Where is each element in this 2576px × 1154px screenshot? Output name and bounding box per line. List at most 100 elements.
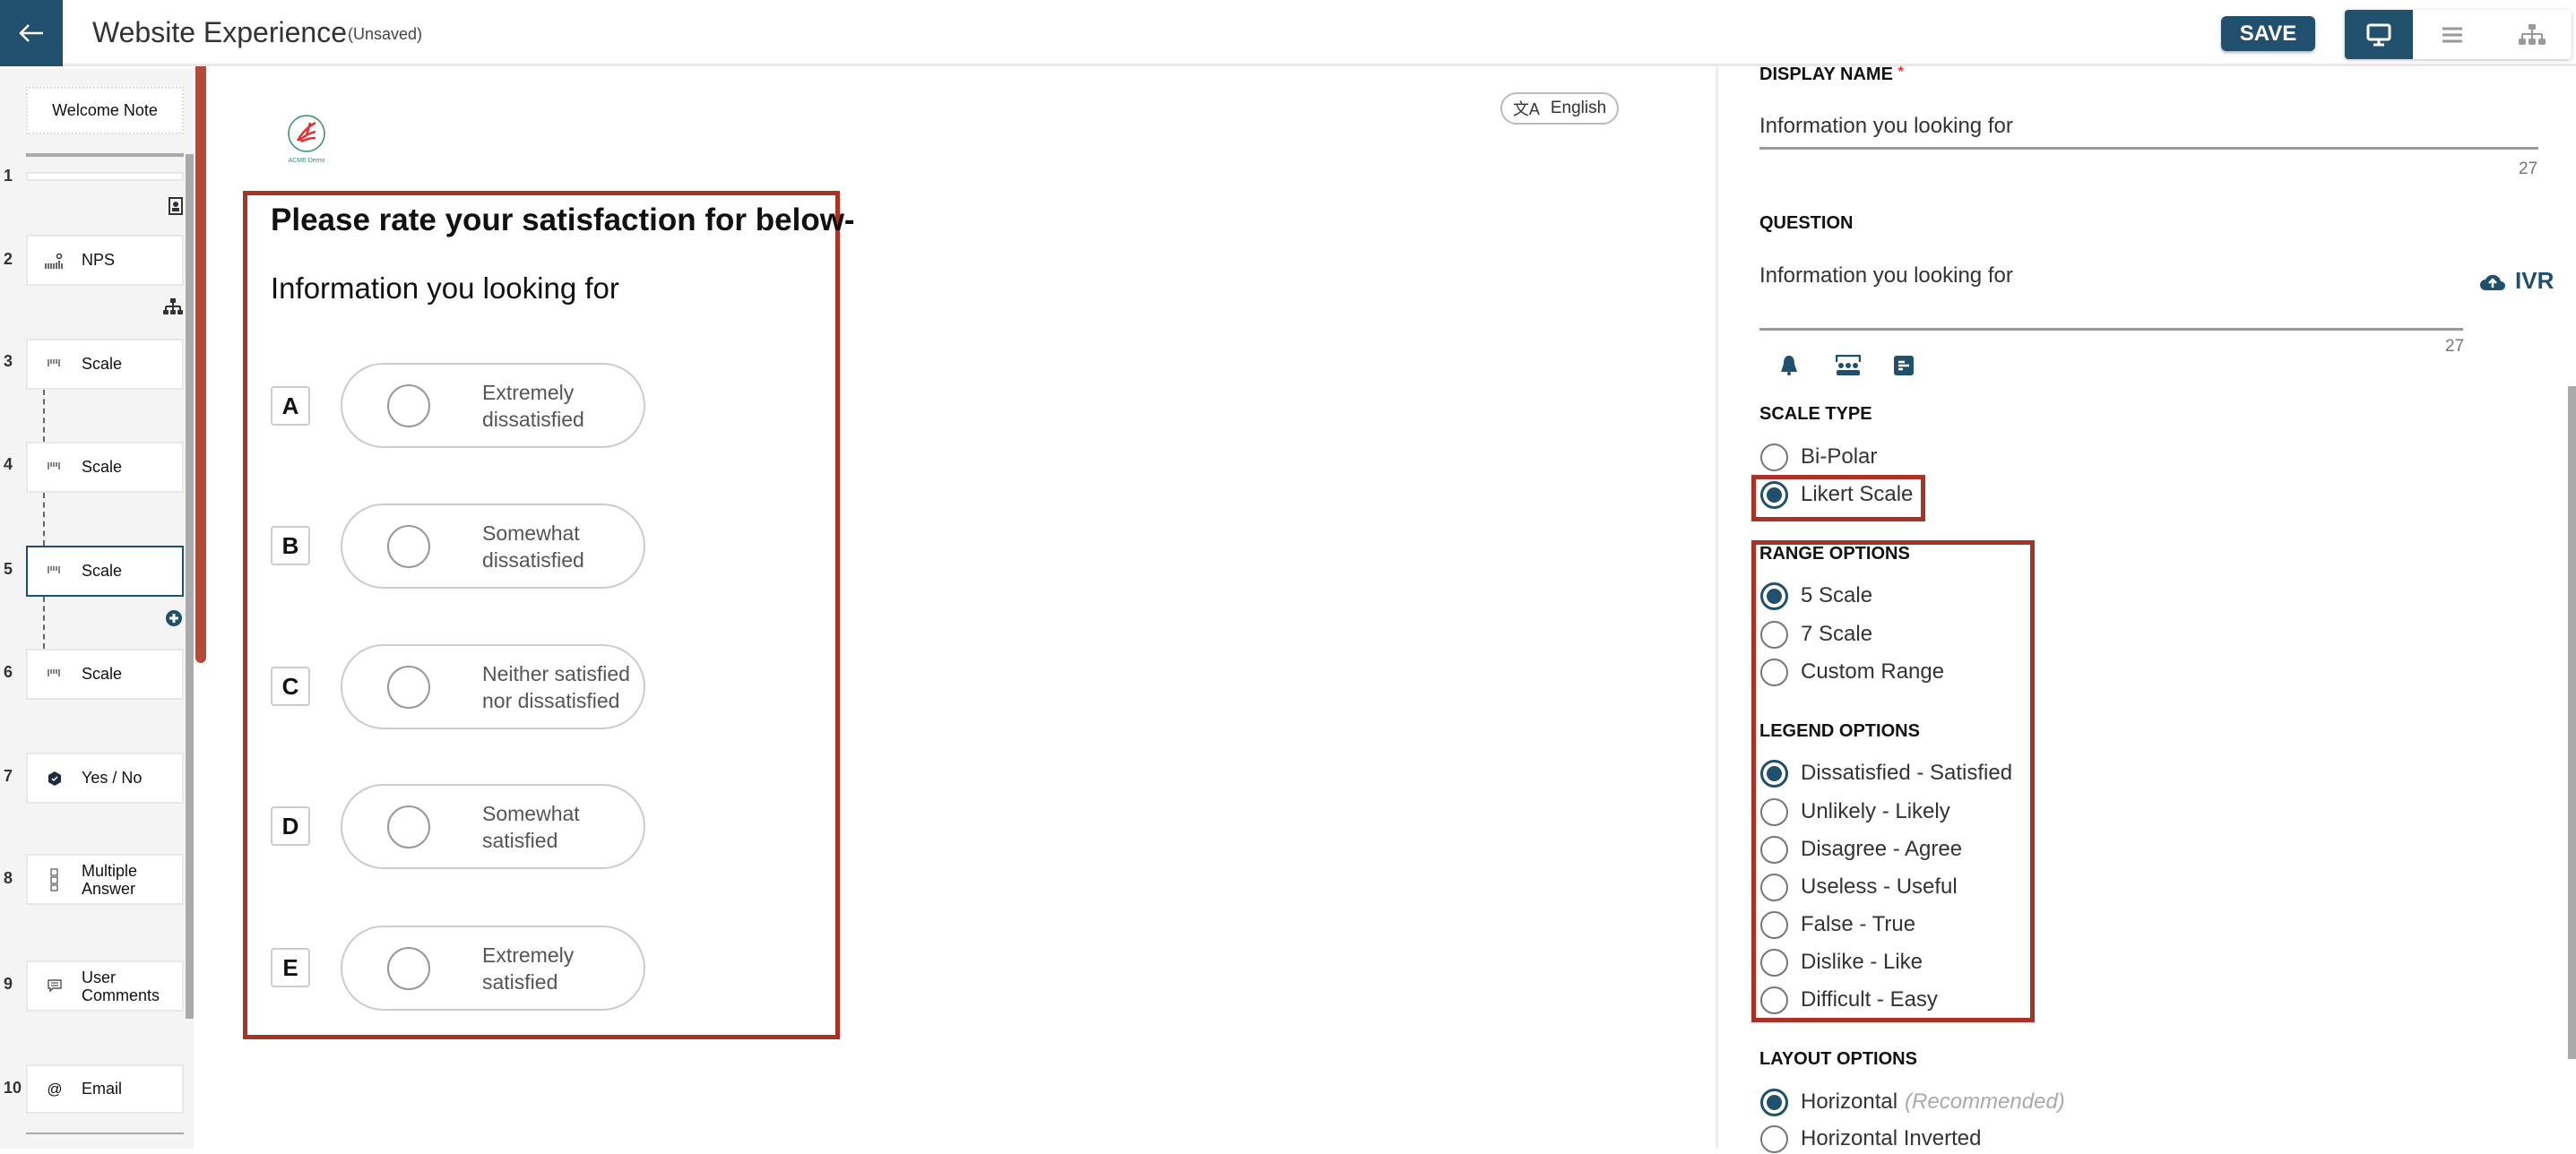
language-label: English (1550, 99, 1607, 117)
radio-legend-dissatisfied-satisfied[interactable]: Dissatisfied - Satisfied (1760, 758, 2012, 788)
display-name-input[interactable]: Information you looking for (1759, 114, 2013, 139)
radio-label: Dislike - Like (1801, 950, 1923, 974)
display-name-label: DISPLAY NAME * (1759, 65, 1904, 85)
radio-7-scale[interactable]: 7 Scale (1760, 619, 1872, 650)
save-button[interactable]: SAVE (2221, 16, 2315, 51)
audience-icon[interactable] (1836, 355, 1861, 376)
radio-button (1760, 797, 1788, 826)
radio-circle (387, 805, 430, 848)
scale-icon (48, 358, 60, 366)
option-label: Extremely dissatisfied (482, 380, 584, 431)
scale-icon (48, 565, 60, 573)
radio-label: Horizontal (1801, 1089, 1898, 1114)
check-badge-icon (48, 771, 61, 786)
desktop-icon (2366, 23, 2391, 46)
sidebar-item-scale-5[interactable]: Scale (26, 546, 184, 597)
option-d[interactable]: Somewhat satisfied (341, 784, 645, 869)
radio-horizontal[interactable]: Horizontal (Recommended) (1760, 1087, 2065, 1117)
scale-icon (48, 668, 60, 676)
divider (26, 1132, 184, 1134)
radio-circle (387, 946, 430, 990)
radio-custom-range[interactable]: Custom Range (1760, 657, 1944, 687)
item-number: 2 (4, 250, 13, 268)
connector (43, 597, 45, 649)
option-c[interactable]: Neither satisfied nor dissatisfied (341, 644, 645, 729)
back-button[interactable] (0, 0, 63, 66)
option-e[interactable]: Extremely satisfied (341, 926, 645, 1011)
language-selector[interactable]: 文A English (1500, 92, 1619, 125)
input-underline (1759, 147, 2538, 150)
radio-label: False - True (1801, 912, 1916, 936)
radio-legend-dislike-like[interactable]: Dislike - Like (1760, 947, 1923, 977)
sidebar-item-user-comments[interactable]: User Comments (26, 960, 184, 1012)
sitemap-view-button[interactable] (2493, 10, 2572, 59)
radio-horizontal-inverted[interactable]: Horizontal Inverted (1760, 1124, 1981, 1154)
radio-legend-false-true[interactable]: False - True (1760, 909, 1915, 940)
welcome-note-card[interactable]: Welcome Note (26, 87, 184, 134)
radio-label: Useless - Useful (1801, 874, 1958, 899)
preview-scrollbar[interactable] (195, 66, 206, 663)
ivr-upload-button[interactable]: IVR (2479, 267, 2554, 295)
sitemap-icon (2518, 23, 2546, 45)
form-icon[interactable] (1894, 356, 1914, 375)
radio-label: Dissatisfied - Satisfied (1801, 761, 2013, 785)
desktop-view-button[interactable] (2345, 10, 2413, 59)
cloud-upload-icon (2480, 274, 2505, 290)
question-heading: Please rate your satisfaction for below- (271, 202, 855, 237)
settings-scrollbar[interactable] (2568, 386, 2576, 1059)
radio-button (1760, 443, 1788, 471)
header: Website Experience (Unsaved) SAVE (0, 0, 2576, 66)
option-label: Extremely satisfied (482, 943, 575, 994)
option-letter: C (271, 667, 310, 706)
radio-circle (387, 524, 430, 568)
sidebar-item-email[interactable]: @ Email (26, 1064, 184, 1114)
option-letter: B (271, 526, 310, 565)
radio-legend-unlikely-likely[interactable]: Unlikely - Likely (1760, 797, 1950, 827)
radio-button (1760, 948, 1788, 977)
item-label: Scale (82, 458, 123, 476)
option-a[interactable]: Extremely dissatisfied (341, 363, 645, 448)
radio-button (1760, 1088, 1788, 1116)
required-mark: * (1897, 65, 1904, 80)
list-view-button[interactable] (2413, 10, 2493, 59)
view-toggle (2345, 10, 2572, 59)
sidebar-item-scale-3[interactable]: Scale (26, 339, 184, 390)
option-letter: A (271, 386, 310, 426)
branching-icon (163, 298, 183, 314)
add-question-icon[interactable] (166, 610, 182, 626)
sidebar-item-yes-no[interactable]: Yes / No (26, 753, 184, 804)
option-b[interactable]: Somewhat dissatisfied (341, 504, 645, 589)
nps-icon (45, 253, 63, 269)
range-options-label: RANGE OPTIONS (1759, 544, 1910, 564)
radio-5-scale[interactable]: 5 Scale (1760, 581, 1872, 611)
radio-legend-difficult-easy[interactable]: Difficult - Easy (1760, 985, 1938, 1015)
scale-type-label: SCALE TYPE (1759, 404, 1872, 424)
logo-text: ACME Demo (288, 158, 325, 164)
sidebar-item-scale-4[interactable]: Scale (26, 442, 184, 493)
divider (26, 153, 184, 157)
sidebar-item-nps[interactable]: NPS (26, 235, 184, 286)
radio-button (1760, 835, 1788, 864)
radio-button (1760, 873, 1788, 901)
input-underline (1759, 328, 2463, 331)
arrow-left-icon (19, 24, 43, 42)
question-input[interactable]: Information you looking for (1759, 263, 2013, 288)
item-number: 1 (4, 167, 13, 185)
radio-button (1760, 658, 1788, 686)
radio-bi-polar[interactable]: Bi-Polar (1760, 442, 1877, 472)
sidebar-item-1[interactable] (26, 172, 184, 181)
page-title: Website Experience (92, 16, 347, 48)
radio-circle (387, 383, 430, 427)
option-label: Somewhat dissatisfied (482, 521, 584, 572)
sidebar-item-scale-6[interactable]: Scale (26, 649, 184, 700)
display-name-label-text: DISPLAY NAME (1759, 65, 1893, 84)
item-label: NPS (82, 251, 116, 269)
sidebar-item-multiple-answer[interactable]: Multiple Answer (26, 854, 184, 905)
sidebar-scrollbar[interactable] (186, 154, 194, 1019)
radio-legend-disagree-agree[interactable]: Disagree - Agree (1760, 834, 1962, 865)
likert-highlight-box (1751, 475, 1925, 521)
at-icon: @ (47, 1080, 63, 1098)
radio-legend-useless-useful[interactable]: Useless - Useful (1760, 872, 1958, 902)
bell-icon[interactable] (1779, 355, 1799, 376)
item-label: Scale (82, 355, 123, 373)
